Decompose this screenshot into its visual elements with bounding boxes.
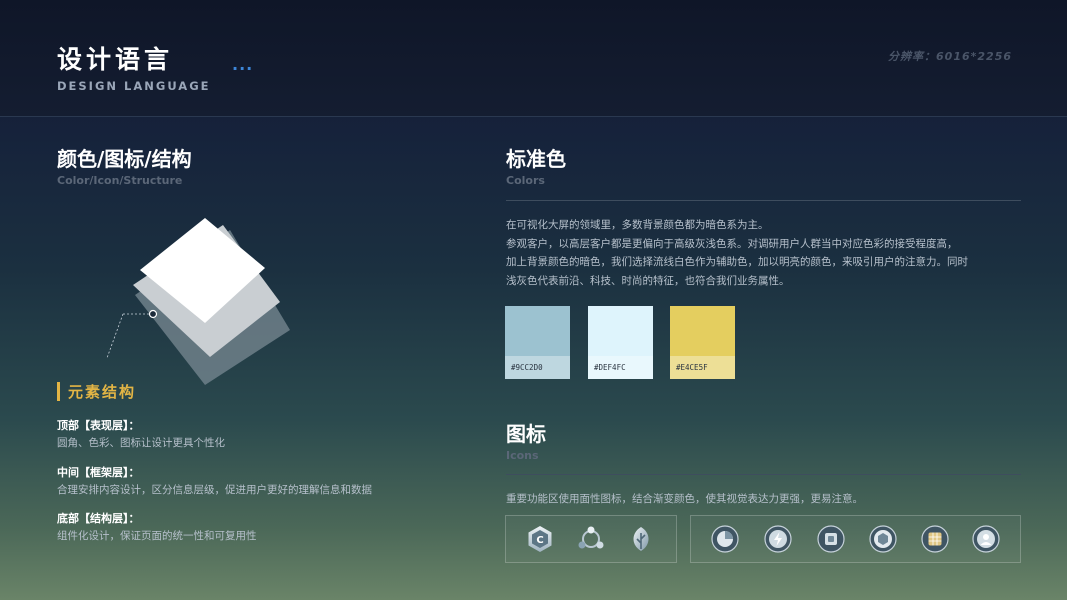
color-swatch-hex: #DEF4FC [588,356,653,379]
layer-stack-illustration [106,218,290,385]
hexagon-c-icon: C [528,526,552,552]
item-top-head: 顶部【表现层】： [57,419,140,432]
item-middle-head: 中间【框架层】： [57,466,140,479]
leaf-icon [633,527,649,551]
element-structure-title: 元素结构 [68,383,137,401]
colors-title: 标准色 [506,147,566,171]
page-title: 设计语言 [57,45,174,74]
lightning-icon [764,525,792,553]
icons-description: 重要功能区使用面性图标，结合渐变颜色，使其视觉表达力更强，更易注意。 [506,493,863,505]
svg-text:C: C [536,535,543,546]
pointer-line-diag [106,313,124,359]
item-middle-desc: 合理安排内容设计，区分信息层级，促进用户更好的理解信息和数据 [57,484,372,496]
left-section-title: 颜色/图标/结构 [57,147,192,171]
color-swatch-2: #DEF4FC [588,306,653,379]
colors-subtitle: Colors [506,174,545,187]
colors-paragraph-line: 在可视化大屏的领域里，多数背景颜色都为暗色系为主。 [506,219,769,231]
resolution-label: 分辨率：6016*2256 [888,50,1012,63]
colors-paragraph: 在可视化大屏的领域里，多数背景颜色都为暗色系为主。 参观客户，以高层客户都是更偏… [506,216,1026,290]
color-swatch-3: #E4CE5F [670,306,735,379]
color-swatch-1: #9CC2D0 [505,306,570,379]
user-icon [972,525,1000,553]
item-bottom-desc: 组件化设计，保证页面的统一性和可复用性 [57,530,257,542]
element-structure-marker [57,382,60,401]
icons-divider [506,474,1021,475]
color-swatch-hex: #9CC2D0 [505,356,570,379]
document-icon [817,525,845,553]
colors-divider [506,200,1021,201]
item-bottom-head: 底部【结构层】： [57,512,140,525]
colors-paragraph-line: 加上背景颜色的暗色，我们选择流线白色作为辅助色，加以明亮的颜色，来吸引用户的注意… [506,256,968,268]
grid-icon [921,525,949,553]
header-bar: 设计语言 DESIGN LANGUAGE ... 分辨率：6016*2256 [0,0,1067,117]
pie-chart-icon [711,525,739,553]
page-subtitle: DESIGN LANGUAGE [57,79,211,93]
title-dots: ... [232,55,254,74]
colors-paragraph-line: 浅灰色代表前沿、科技、时尚的特征，也符合我们业务属性。 [506,274,790,287]
pointer-dot [148,309,158,319]
cube-icon [869,525,897,553]
color-swatch-hex: #E4CE5F [670,356,735,379]
colors-paragraph-line: 参观客户，以高层客户都是更偏向于高级灰浅色系。对调研用户人群当中对应色彩的接受程… [506,237,958,250]
icons-subtitle: Icons [506,449,539,462]
left-section-subtitle: Color/Icon/Structure [57,174,183,187]
item-top-desc: 圆角、色彩、图标让设计更具个性化 [57,437,225,449]
share-nodes-icon [578,526,604,549]
icons-title: 图标 [506,422,546,446]
